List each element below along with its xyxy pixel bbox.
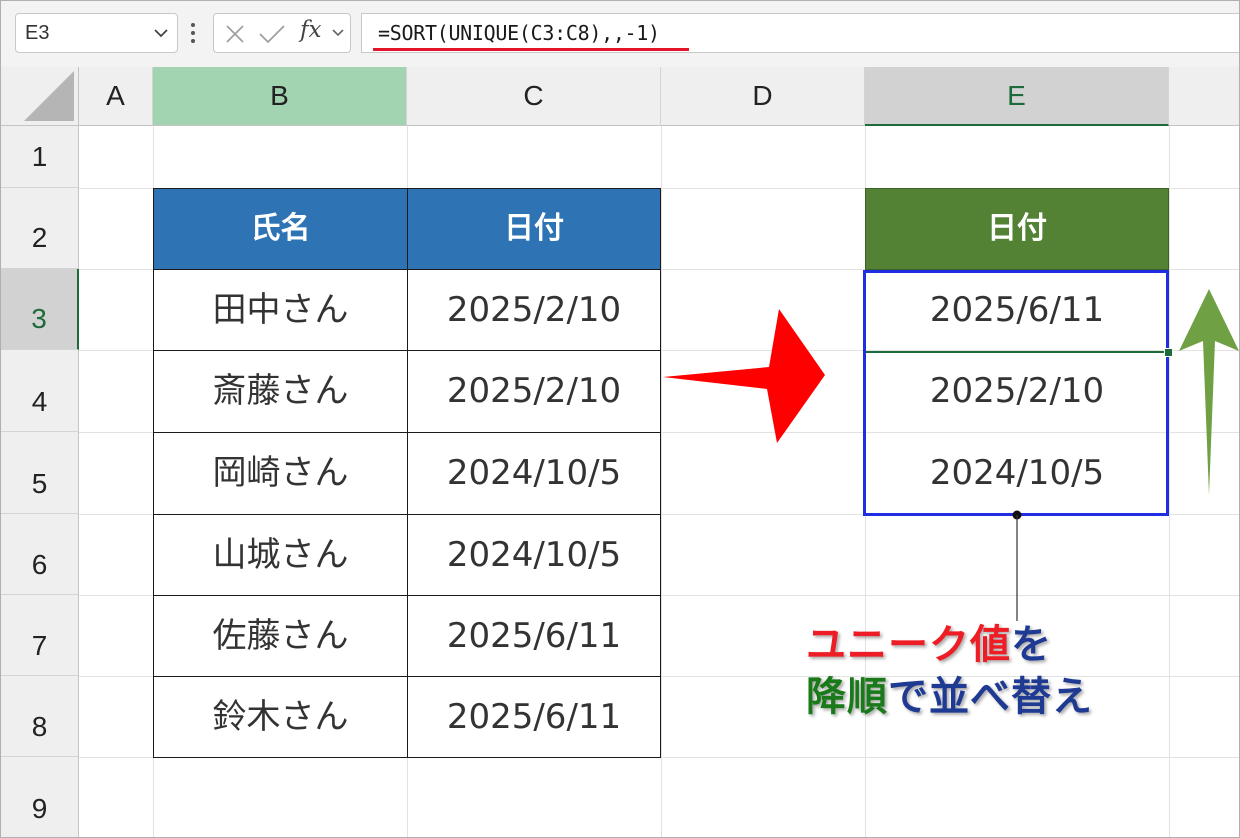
grid-line [661, 126, 662, 837]
table-cell-date[interactable]: 2025/2/10 [407, 269, 661, 351]
active-cell-indicator [866, 351, 1167, 353]
table-cell-name[interactable]: 佐藤さん [153, 595, 408, 677]
column-header-d[interactable]: D [661, 67, 865, 126]
source-header-name[interactable]: 氏名 [153, 188, 408, 270]
row-header-2[interactable]: 2 [1, 188, 79, 269]
more-options-icon[interactable] [191, 23, 195, 45]
fx-icon[interactable]: fx [300, 17, 321, 43]
table-cell-name[interactable]: 斎藤さん [153, 350, 408, 433]
row-header-8[interactable]: 8 [1, 676, 79, 757]
formula-bar: E3 fx =SORT(UNIQUE(C3:C8),,-1) [1, 1, 1239, 68]
callout-sort-text: で並べ替え [888, 674, 1093, 720]
source-header-date[interactable]: 日付 [407, 188, 661, 270]
formula-input[interactable]: =SORT(UNIQUE(C3:C8),,-1) [361, 13, 1239, 53]
row-header-5[interactable]: 5 [1, 432, 79, 514]
callout-line-2: 降順で並べ替え [806, 671, 1136, 723]
row-header-6[interactable]: 6 [1, 514, 79, 595]
callout-leader-line [1012, 510, 1022, 621]
callout-text: ユニーク値を 降順で並べ替え [806, 619, 1136, 723]
row-header-7[interactable]: 7 [1, 595, 79, 676]
result-header-date[interactable]: 日付 [865, 188, 1169, 270]
up-arrow-icon [1179, 289, 1239, 495]
table-cell-name[interactable]: 鈴木さん [153, 676, 408, 758]
table-cell-date[interactable]: 2025/2/10 [407, 350, 661, 433]
name-box-value: E3 [25, 22, 50, 44]
row-header-3[interactable]: 3 [1, 269, 79, 350]
grid-line [1169, 126, 1170, 837]
cancel-icon[interactable] [224, 24, 246, 44]
table-cell-name[interactable]: 岡崎さん [153, 432, 408, 515]
callout-descending: 降順 [806, 674, 888, 720]
select-all-icon [24, 71, 74, 121]
column-header-e[interactable]: E [865, 67, 1169, 126]
column-header-b[interactable]: B [153, 67, 407, 126]
callout-unique-values: ユニーク値 [806, 622, 1011, 668]
formula-buttons: fx [213, 13, 351, 53]
table-cell-name[interactable]: 田中さん [153, 269, 408, 351]
fill-handle[interactable] [1164, 348, 1173, 357]
formula-underline [373, 48, 689, 51]
result-cell[interactable]: 2024/10/5 [865, 432, 1169, 514]
callout-particle: を [1011, 622, 1052, 668]
result-cell[interactable]: 2025/6/11 [865, 269, 1169, 351]
right-arrow-icon [663, 309, 825, 443]
chevron-down-icon[interactable] [153, 27, 169, 39]
select-all-button[interactable] [1, 67, 79, 126]
column-header-a[interactable]: A [79, 67, 153, 126]
row-header-1[interactable]: 1 [1, 126, 79, 188]
callout-line-1: ユニーク値を [806, 619, 1136, 671]
name-box[interactable]: E3 [15, 13, 178, 53]
table-cell-date[interactable]: 2025/6/11 [407, 676, 661, 758]
formula-text: =SORT(UNIQUE(C3:C8),,-1) [378, 21, 660, 45]
result-cell[interactable]: 2025/2/10 [865, 350, 1169, 432]
table-cell-date[interactable]: 2024/10/5 [407, 432, 661, 515]
row-header-4[interactable]: 4 [1, 350, 79, 432]
table-cell-name[interactable]: 山城さん [153, 514, 408, 596]
excel-window: E3 fx =SORT(UNIQUE(C3:C8),,-1) A B C D E… [0, 0, 1240, 838]
column-header-c[interactable]: C [407, 67, 661, 126]
column-header-f[interactable] [1169, 67, 1239, 126]
chevron-down-icon[interactable] [331, 27, 345, 39]
table-cell-date[interactable]: 2024/10/5 [407, 514, 661, 596]
table-cell-date[interactable]: 2025/6/11 [407, 595, 661, 677]
enter-icon[interactable] [258, 24, 286, 44]
row-header-9[interactable]: 9 [1, 757, 79, 837]
